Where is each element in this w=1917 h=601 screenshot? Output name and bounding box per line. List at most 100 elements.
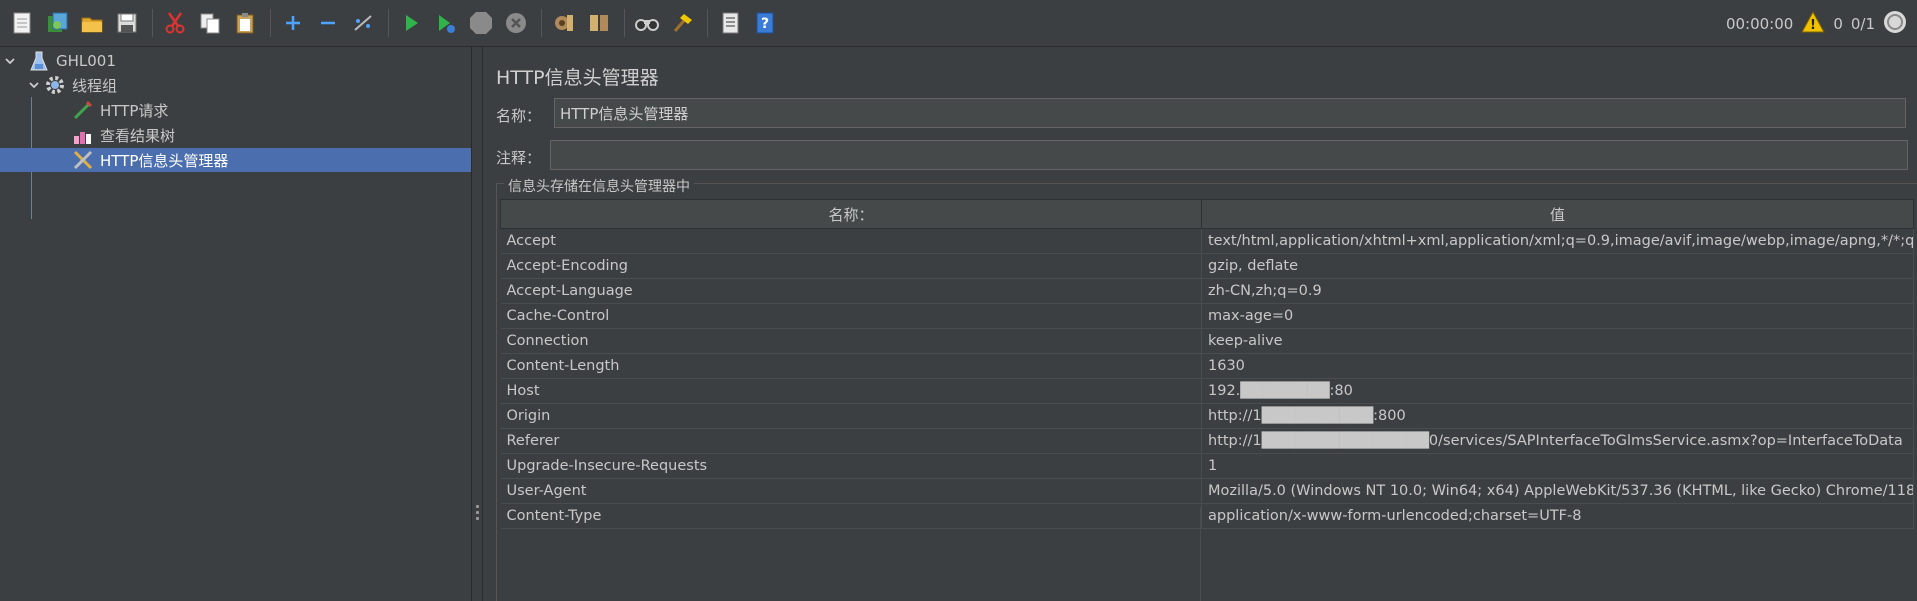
tree-item-label: HTTP请求 — [100, 101, 169, 120]
help-icon[interactable]: ? — [749, 7, 781, 39]
save-icon[interactable] — [111, 7, 143, 39]
header-value-cell[interactable]: 192.████████:80 — [1201, 378, 1914, 404]
tree-item-thread-group[interactable]: 线程组 — [0, 73, 471, 97]
header-manager-panel: HTTP信息头管理器 名称： 注释： 信息头存储在信息头管理器中 名称： 值 A… — [484, 47, 1917, 601]
tree-item-label: HTTP信息头管理器 — [100, 151, 229, 170]
new-icon[interactable] — [6, 7, 38, 39]
name-field[interactable] — [554, 98, 1906, 128]
svg-text:?: ? — [761, 16, 769, 32]
header-value-cell[interactable]: application/x-www-form-urlencoded;charse… — [1201, 503, 1914, 529]
header-value-cell[interactable]: Mozilla/5.0 (Windows NT 10.0; Win64; x64… — [1201, 478, 1914, 504]
log-viewer-icon[interactable] — [1883, 10, 1907, 38]
toggle-icon[interactable] — [347, 7, 379, 39]
header-name-cell[interactable]: Content-Length — [500, 353, 1202, 379]
table-row[interactable]: Host 192.████████:80 — [500, 378, 1914, 404]
table-row[interactable]: Referer http://1███████████████0/services… — [500, 428, 1914, 454]
header-name-cell[interactable]: Referer — [500, 428, 1202, 454]
copy-icon[interactable] — [194, 7, 226, 39]
search-icon[interactable] — [631, 7, 663, 39]
header-value-cell[interactable]: 1 — [1201, 453, 1914, 479]
header-value-cell[interactable]: text/html,application/xhtml+xml,applicat… — [1201, 228, 1914, 254]
headers-table: 名称： 值 Accept text/html,application/xhtml+… — [500, 199, 1914, 529]
collapse-icon[interactable] — [312, 7, 344, 39]
tree-item-label: GHL001 — [56, 52, 116, 70]
table-row[interactable]: Content-Type application/x-www-form-urlen… — [500, 503, 1914, 529]
header-name-cell[interactable]: Content-Type — [500, 503, 1202, 529]
expand-icon[interactable] — [277, 7, 309, 39]
test-plan-icon — [28, 50, 50, 72]
header-value-cell[interactable]: max-age=0 — [1201, 303, 1914, 329]
pipette-icon — [72, 99, 94, 121]
table-row[interactable]: Accept-Encoding gzip, deflate — [500, 253, 1914, 279]
header-name-cell[interactable]: Connection — [500, 328, 1202, 354]
chart-icon — [72, 124, 94, 146]
tree-item-http-request[interactable]: HTTP请求 — [0, 98, 471, 122]
header-value-cell[interactable]: gzip, deflate — [1201, 253, 1914, 279]
table-row[interactable]: Accept text/html,application/xhtml+xml,ap… — [500, 228, 1914, 254]
tree-item-results-tree[interactable]: 查看结果树 — [0, 123, 471, 147]
open-icon[interactable] — [76, 7, 108, 39]
clear-icon[interactable] — [548, 7, 580, 39]
header-name-cell[interactable]: Accept-Encoding — [500, 253, 1202, 279]
warning-icon[interactable]: ! — [1801, 10, 1826, 37]
error-count: 0 — [1833, 14, 1843, 33]
header-name-cell[interactable]: Accept-Language — [500, 278, 1202, 304]
table-row[interactable]: Accept-Language zh-CN,zh;q=0.9 — [500, 278, 1914, 304]
chevron-down-icon[interactable] — [26, 77, 42, 93]
toolbar-separator — [152, 9, 153, 37]
header-name-cell[interactable]: Cache-Control — [500, 303, 1202, 329]
name-label: 名称： — [496, 107, 542, 125]
gear-icon — [44, 74, 66, 96]
header-value-cell[interactable]: keep-alive — [1201, 328, 1914, 354]
toolbar-separator — [707, 9, 708, 37]
column-header-value[interactable]: 值 — [1201, 199, 1914, 229]
toolbar-separator — [541, 9, 542, 37]
table-row[interactable]: User-Agent Mozilla/5.0 (Windows NT 10.0; … — [500, 478, 1914, 504]
table-column-divider — [1200, 507, 1201, 601]
divider-grip — [476, 517, 479, 520]
tree-item-test-plan[interactable]: GHL001 — [0, 49, 471, 73]
elapsed-time: 00:00:00 — [1725, 14, 1794, 33]
thread-count: 0/1 — [1850, 14, 1875, 33]
templates-icon[interactable] — [41, 7, 73, 39]
page-title: HTTP信息头管理器 — [496, 67, 659, 89]
group-title: 信息头存储在信息头管理器中 — [504, 176, 694, 196]
toolbar-separator — [270, 9, 271, 37]
table-row[interactable]: Cache-Control max-age=0 — [500, 303, 1914, 329]
table-row[interactable]: Upgrade-Insecure-Requests 1 — [500, 453, 1914, 479]
header-name-cell[interactable]: User-Agent — [500, 478, 1202, 504]
chevron-down-icon[interactable] — [2, 53, 18, 69]
clear-all-icon[interactable] — [583, 7, 615, 39]
header-value-cell[interactable]: http://1███████████████0/services/SAPInt… — [1201, 428, 1914, 454]
toolbar-separator — [624, 9, 625, 37]
header-value-cell[interactable]: http://1██████████:800 — [1201, 403, 1914, 429]
table-row[interactable]: Content-Length 1630 — [500, 353, 1914, 379]
header-name-cell[interactable]: Accept — [500, 228, 1202, 254]
tree-item-header-manager[interactable]: HTTP信息头管理器 — [0, 148, 471, 172]
table-row[interactable]: Origin http://1██████████:800 — [500, 403, 1914, 429]
run-status: 00:00:00 ! 0 0/1 — [1726, 0, 1907, 47]
header-value-cell[interactable]: zh-CN,zh;q=0.9 — [1201, 278, 1914, 304]
tree-item-label: 线程组 — [72, 76, 118, 95]
table-row[interactable]: Connection keep-alive — [500, 328, 1914, 354]
reset-search-icon[interactable] — [666, 7, 698, 39]
comment-label: 注释： — [496, 149, 542, 167]
shutdown-icon[interactable] — [500, 7, 532, 39]
column-header-name[interactable]: 名称： — [500, 199, 1202, 229]
paste-icon[interactable] — [229, 7, 261, 39]
start-no-pauses-icon[interactable] — [430, 7, 462, 39]
tree-panel: GHL001 线程组 HTTP请求 查看结果树 HTTP信息头管理器 — [0, 47, 471, 601]
header-name-cell[interactable]: Upgrade-Insecure-Requests — [500, 453, 1202, 479]
header-value-cell[interactable]: 1630 — [1201, 353, 1914, 379]
svg-text:!: ! — [1810, 18, 1816, 33]
comment-field[interactable] — [550, 140, 1908, 170]
header-name-cell[interactable]: Host — [500, 378, 1202, 404]
toolbar-separator — [388, 9, 389, 37]
cut-icon[interactable] — [159, 7, 191, 39]
start-icon[interactable] — [395, 7, 427, 39]
function-helper-icon[interactable] — [714, 7, 746, 39]
split-pane-divider[interactable] — [471, 47, 483, 601]
toolbar: ? 00:00:00 ! 0 0/1 — [0, 0, 1917, 47]
header-name-cell[interactable]: Origin — [500, 403, 1202, 429]
stop-icon[interactable] — [465, 7, 497, 39]
